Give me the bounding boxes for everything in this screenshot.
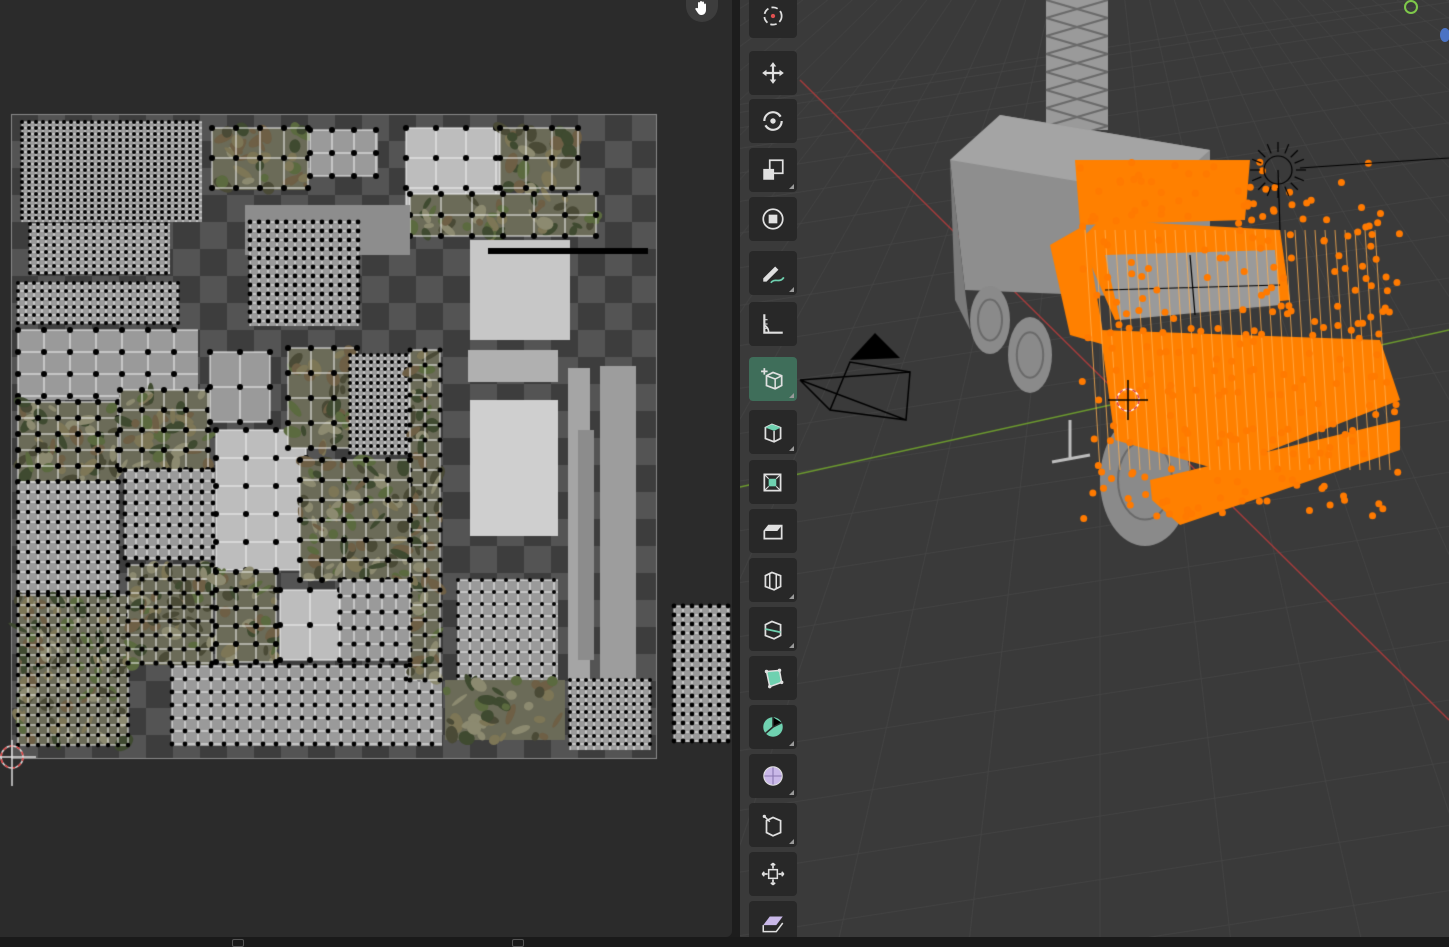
extrude-tool-button[interactable]	[749, 410, 797, 454]
annotate-tool-button[interactable]	[749, 251, 797, 295]
loop-cut-tool-button[interactable]	[749, 558, 797, 602]
smooth-icon	[763, 766, 783, 786]
pencil-icon	[763, 266, 785, 284]
measure-tool-button[interactable]	[749, 302, 797, 346]
tool-shelf	[745, 0, 801, 945]
navigation-gizmo-z-icon[interactable]	[1440, 28, 1449, 42]
spin-icon	[763, 717, 783, 737]
poly-build-tool-button[interactable]	[749, 656, 797, 700]
shrink-fatten-icon	[761, 862, 785, 886]
transform-icon	[762, 208, 784, 230]
add-cube-tool-button[interactable]	[749, 357, 797, 401]
smooth-tool-button[interactable]	[749, 754, 797, 798]
uv-canvas[interactable]	[0, 0, 732, 937]
loop-cut-icon	[764, 571, 782, 591]
scale-icon	[763, 159, 784, 180]
shear-icon	[762, 916, 784, 933]
edge-slide-tool-button[interactable]	[749, 803, 797, 847]
poly-build-icon	[764, 668, 784, 689]
mouse-icon	[512, 939, 524, 947]
viewport-canvas[interactable]	[740, 0, 1449, 937]
bevel-tool-button[interactable]	[749, 509, 797, 553]
add-cube-icon	[761, 368, 783, 390]
knife-tool-button[interactable]	[749, 607, 797, 651]
knife-icon	[764, 620, 782, 640]
ruler-icon	[763, 314, 783, 334]
crosshair-icon	[763, 6, 783, 26]
bevel-icon	[763, 524, 783, 540]
navigation-gizmo-y-icon[interactable]	[1404, 0, 1418, 14]
spin-tool-button[interactable]	[749, 705, 797, 749]
rotate-tool-button[interactable]	[749, 99, 797, 143]
extrude-icon	[764, 423, 782, 443]
transform-tool-button[interactable]	[749, 197, 797, 241]
inset-icon	[763, 473, 782, 492]
scale-tool-button[interactable]	[749, 148, 797, 192]
move-arrows-icon	[762, 62, 784, 84]
move-tool-button[interactable]	[749, 51, 797, 95]
3d-viewport[interactable]	[740, 0, 1449, 937]
cursor-tool-button[interactable]	[749, 0, 797, 38]
shrink-fatten-tool-button[interactable]	[749, 852, 797, 896]
inset-tool-button[interactable]	[749, 460, 797, 504]
edge-slide-icon	[762, 814, 782, 837]
mouse-icon	[232, 939, 244, 947]
status-bar	[0, 937, 1449, 947]
rotate-icon	[763, 111, 783, 131]
hand-icon	[695, 1, 706, 15]
uv-editor-panel[interactable]	[0, 0, 732, 937]
